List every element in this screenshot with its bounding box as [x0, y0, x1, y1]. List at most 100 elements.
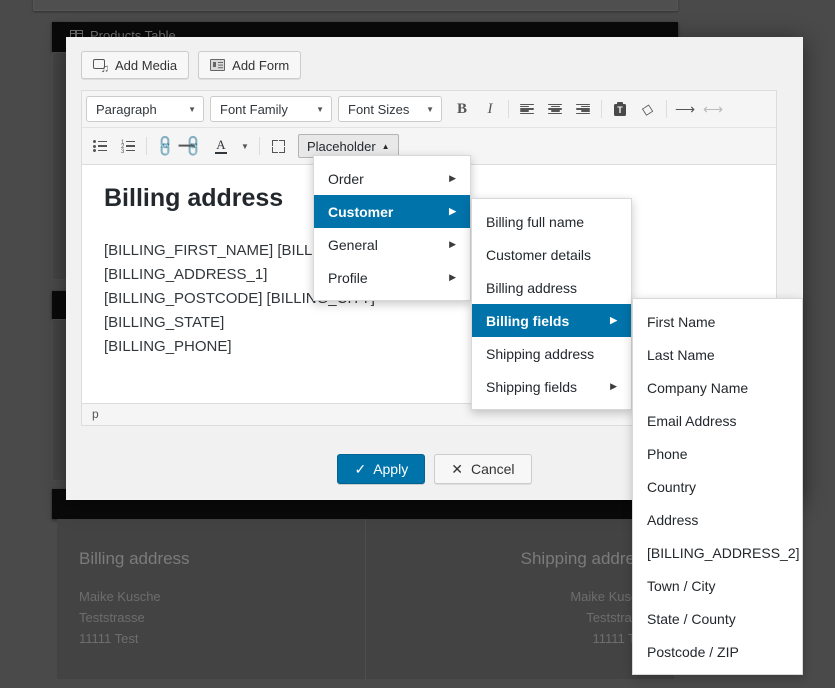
menu2-item-billing-full-name[interactable]: Billing full name▶ [472, 205, 631, 238]
remove-link-button[interactable]: 🔗 [179, 133, 207, 159]
menu3-item-last-name[interactable]: Last Name▶ [633, 338, 802, 371]
clipboard-icon [614, 102, 626, 116]
add-media-label: Add Media [115, 57, 178, 73]
redo-icon: ⟷ [702, 100, 724, 117]
font-size-select[interactable]: Font Sizes ▼ [338, 96, 442, 122]
menu3-item-first-name[interactable]: First Name▶ [633, 305, 802, 338]
menu3-item-phone[interactable]: Phone▶ [633, 437, 802, 470]
menu3-item-company-name[interactable]: Company Name▶ [633, 371, 802, 404]
chevron-right-icon: ▶ [449, 173, 456, 183]
shipping-address-title: Shipping address [520, 549, 652, 568]
align-right-icon [576, 103, 590, 115]
billing-address-line-1: Maike Kusche [79, 589, 161, 604]
add-form-button[interactable]: Add Form [198, 51, 302, 79]
paste-as-text-button[interactable] [606, 96, 634, 122]
menu-item-label: Shipping address [486, 345, 595, 362]
background-card-top [33, 0, 678, 11]
menu3-item-address[interactable]: Address▶ [633, 503, 802, 536]
chevron-down-icon: ▼ [426, 104, 434, 114]
align-left-button[interactable] [513, 96, 541, 122]
toolbar-divider [601, 100, 602, 118]
fullscreen-button[interactable] [264, 133, 292, 159]
caret-up-icon: ▲ [381, 141, 390, 151]
align-right-button[interactable] [569, 96, 597, 122]
align-center-button[interactable] [541, 96, 569, 122]
text-color-icon: A [215, 138, 227, 155]
font-size-value: Font Sizes [348, 101, 410, 117]
menu2-item-billing-fields[interactable]: Billing fields ▶ [472, 304, 631, 337]
menu-item-label: Customer details [486, 246, 592, 263]
cancel-button[interactable]: ✕ Cancel [434, 454, 532, 484]
italic-button[interactable]: I [476, 96, 504, 122]
shipping-address-card: Shipping address Maike Kusche Teststrass… [366, 519, 674, 679]
bold-button[interactable]: B [448, 96, 476, 122]
menu-item-label: Address [647, 511, 699, 528]
menu-item-label: Email Address [647, 412, 737, 429]
menu3-item-billing-address-2[interactable]: [BILLING_ADDRESS_2]▶ [633, 536, 802, 569]
shipping-address-line-3: 11111 Test [592, 631, 652, 647]
shipping-address-line-1: Maike Kusche [570, 589, 652, 604]
menu3-item-state-county[interactable]: State / County▶ [633, 602, 802, 635]
align-center-icon [548, 103, 562, 115]
menu2-item-billing-address[interactable]: Billing address▶ [472, 271, 631, 304]
menu-item-label: Billing fields [486, 312, 570, 329]
fullscreen-icon [271, 139, 285, 153]
undo-button[interactable]: ⟶ [671, 96, 699, 122]
menu3-item-country[interactable]: Country▶ [633, 470, 802, 503]
placeholder-menu-level-2: Billing full name▶Customer details▶Billi… [471, 198, 632, 410]
cancel-label: Cancel [470, 461, 515, 477]
menu-item-label: Shipping fields [486, 378, 578, 395]
menu-item-label: Phone [647, 445, 688, 462]
menu-item-label: General [328, 236, 378, 253]
editor-toolbar: Paragraph ▼ Font Family ▼ Font Sizes ▼ B [82, 91, 776, 165]
font-family-select[interactable]: Font Family ▼ [210, 96, 332, 122]
close-icon: ✕ [451, 460, 463, 477]
insert-link-button[interactable]: 🔗 [151, 133, 179, 159]
redo-button[interactable]: ⟷ [699, 96, 727, 122]
placeholder-menu-level-1: Order ▶ Customer ▶ General ▶ Profile ▶ [313, 155, 471, 301]
menu2-item-shipping-address[interactable]: Shipping address▶ [472, 337, 631, 370]
chevron-down-icon: ▼ [188, 104, 196, 114]
text-color-button[interactable]: A [207, 133, 235, 159]
chevron-right-icon: ▶ [610, 315, 617, 325]
apply-button[interactable]: ✓ Apply [337, 454, 426, 484]
toolbar-divider [666, 100, 667, 118]
menu1-item-general[interactable]: General ▶ [314, 228, 470, 261]
numbered-list-button[interactable]: 123 [114, 133, 142, 159]
menu2-item-customer-details[interactable]: Customer details▶ [472, 238, 631, 271]
form-icon [210, 59, 226, 71]
menu1-item-profile[interactable]: Profile ▶ [314, 261, 470, 294]
menu-item-label: Town / City [647, 577, 716, 594]
text-color-dropdown[interactable]: ▼ [235, 133, 255, 159]
bullet-list-icon [93, 139, 107, 153]
menu-item-label: Order [328, 170, 364, 187]
menu-item-label: Last Name [647, 346, 715, 363]
screen: Products Table Billing address Maike Kus… [0, 0, 835, 688]
toolbar-divider [146, 137, 147, 155]
unlink-icon: 🔗 [180, 133, 206, 159]
menu3-item-town-city[interactable]: Town / City▶ [633, 569, 802, 602]
chevron-right-icon: ▶ [610, 381, 617, 391]
menu3-item-email-address[interactable]: Email Address▶ [633, 404, 802, 437]
chevron-down-icon: ▼ [241, 141, 249, 151]
chevron-down-icon: ▼ [316, 104, 324, 114]
apply-label: Apply [373, 461, 409, 477]
menu-item-label: Country [647, 478, 697, 495]
menu1-item-customer[interactable]: Customer ▶ [314, 195, 470, 228]
clear-formatting-button[interactable]: ◇ [634, 96, 662, 122]
billing-address-line-3: 11111 Test [79, 631, 139, 647]
menu2-item-shipping-fields[interactable]: Shipping fields ▶ [472, 370, 631, 403]
menu3-item-postcode-zip[interactable]: Postcode / ZIP▶ [633, 635, 802, 668]
menu1-item-order[interactable]: Order ▶ [314, 162, 470, 195]
menu-item-label: State / County [647, 610, 736, 627]
paragraph-format-value: Paragraph [96, 101, 157, 117]
media-buttons-row: Add Media Add Form [81, 51, 788, 79]
toolbar-divider [259, 137, 260, 155]
undo-icon: ⟶ [674, 100, 696, 117]
paragraph-format-select[interactable]: Paragraph ▼ [86, 96, 204, 122]
bullet-list-button[interactable] [86, 133, 114, 159]
menu-item-label: Billing full name [486, 213, 585, 230]
add-media-button[interactable]: Add Media [81, 51, 190, 79]
font-family-value: Font Family [220, 101, 288, 117]
billing-address-card: Billing address Maike Kusche Teststrasse… [57, 519, 366, 679]
